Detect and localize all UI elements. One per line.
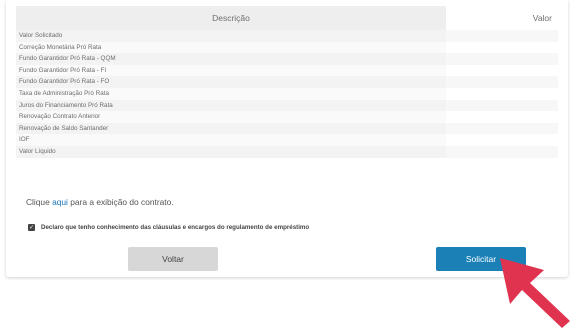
table-row: IOF [16, 134, 558, 146]
row-value [446, 53, 558, 65]
contract-link[interactable]: aqui [52, 197, 68, 207]
table-header-row: Descrição Valor [16, 6, 558, 30]
table-row: Valor Líquido [16, 145, 558, 158]
row-value [446, 76, 558, 88]
row-value [446, 41, 558, 54]
row-value [446, 122, 558, 135]
table-row: Valor Solicitado [16, 30, 558, 42]
row-label: Fundo Garantidor Pró Rata - FI [16, 64, 446, 77]
row-label: Valor Líquido [16, 145, 446, 158]
row-value [446, 64, 558, 77]
row-value [446, 134, 558, 146]
fees-table-body: Valor Solicitado Correção Monetária Pró R… [16, 30, 558, 158]
agreement-row: ✓ Declaro que tenho conhecimento das clá… [28, 224, 309, 231]
contract-prefix: Clique [26, 197, 53, 207]
table-row: Fundo Garantidor Pró Rata - QQM [16, 53, 558, 65]
contract-suffix: para a exibição do contrato. [67, 197, 174, 207]
row-value [446, 30, 558, 42]
back-button[interactable]: Voltar [128, 247, 218, 271]
row-value [446, 111, 558, 123]
fees-table: Descrição Valor Valor Solicitado Correção… [16, 6, 558, 158]
column-header-value: Valor [446, 6, 558, 30]
row-label: Valor Solicitado [16, 30, 446, 42]
table-row: Juros do Financiamento Pró Rata [16, 99, 558, 112]
row-label: IOF [16, 134, 446, 146]
row-label: Juros do Financiamento Pró Rata [16, 99, 446, 112]
row-label: Renovação de Saldo Santander [16, 122, 446, 135]
row-label: Taxa de Administração Pró Rata [16, 87, 446, 100]
row-value [446, 145, 558, 158]
row-label: Fundo Garantidor Pró Rata - FO [16, 76, 446, 88]
row-label: Fundo Garantidor Pró Rata - QQM [16, 53, 446, 65]
table-row: Fundo Garantidor Pró Rata - FO [16, 76, 558, 88]
table-row: Taxa de Administração Pró Rata [16, 87, 558, 100]
agreement-checkbox[interactable]: ✓ [28, 224, 35, 231]
arrow-pointer-icon [500, 258, 570, 328]
column-header-description: Descrição [16, 6, 446, 30]
agreement-label: Declaro que tenho conhecimento das cláus… [41, 224, 310, 231]
request-summary-card: Descrição Valor Valor Solicitado Correção… [6, 0, 568, 277]
table-row: Correção Monetária Pró Rata [16, 41, 558, 54]
contract-link-line: Clique aqui para a exibição do contrato. [26, 197, 174, 207]
table-row: Fundo Garantidor Pró Rata - FI [16, 64, 558, 77]
table-row: Renovação Contrato Anterior [16, 111, 558, 123]
row-value [446, 99, 558, 112]
row-value [446, 87, 558, 100]
table-row: Renovação de Saldo Santander [16, 122, 558, 135]
row-label: Correção Monetária Pró Rata [16, 41, 446, 54]
row-label: Renovação Contrato Anterior [16, 111, 446, 123]
